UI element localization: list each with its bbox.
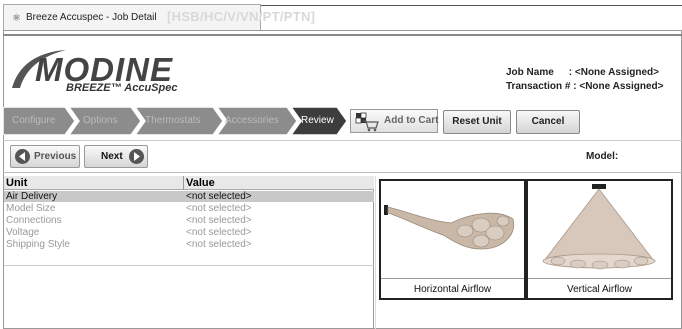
previous-button[interactable]: Previous (10, 145, 80, 168)
column-header-unit: Unit (6, 177, 28, 189)
job-name-row: Job Name : <None Assigned> (506, 66, 663, 80)
job-name-label: Job Name (506, 67, 554, 78)
table-row[interactable]: Shipping Style <not selected> (4, 239, 374, 250)
table-header: Unit Value (4, 176, 374, 190)
add-to-cart-label: Add to Cart (384, 115, 439, 126)
option-caption: Horizontal Airflow (413, 284, 492, 295)
overlay-code: [HSB/HC/V/VN/PT/PTN] (167, 9, 316, 24)
model-label: Model: (586, 151, 619, 162)
titlebar-divider (261, 5, 682, 6)
job-info: Job Name : <None Assigned> Transaction #… (506, 66, 663, 94)
reset-unit-button[interactable]: Reset Unit (443, 110, 511, 134)
nav-divider (3, 172, 682, 173)
add-to-cart-button[interactable]: Add to Cart (350, 109, 438, 133)
table-row[interactable]: Model Size <not selected> (4, 203, 374, 214)
logo-subtitle: BREEZE™ AccuSpec (66, 82, 178, 94)
chevron-right-icon (129, 149, 144, 164)
table-row[interactable]: Air Delivery <not selected> (4, 191, 374, 202)
unit-table: Unit Value Air Delivery <not selected> M… (4, 176, 374, 328)
caption-divider (381, 278, 524, 279)
wizard-step-review[interactable]: Review (291, 107, 347, 135)
option-horizontal-airflow[interactable]: Horizontal Airflow (379, 179, 526, 300)
wizard-step-configure[interactable]: Configure (3, 107, 75, 135)
header-divider (3, 34, 682, 36)
modine-logo: MODINE BREEZE™ AccuSpec (8, 48, 178, 98)
transaction-value: <None Assigned> (579, 81, 664, 92)
previous-label: Previous (34, 151, 77, 162)
table-row[interactable]: Connections <not selected> (4, 215, 374, 226)
next-button[interactable]: Next (84, 145, 148, 168)
horizontal-airflow-image (384, 205, 515, 250)
table-row[interactable]: Voltage <not selected> (4, 227, 374, 238)
table-divider (4, 265, 374, 266)
next-label: Next (101, 151, 123, 162)
column-header-value: Value (186, 177, 215, 189)
option-vertical-airflow[interactable]: Vertical Airflow (526, 179, 673, 300)
transaction-label: Transaction # : (506, 81, 577, 92)
transaction-row: Transaction # : <None Assigned> (506, 80, 663, 94)
toolbar-divider (3, 140, 682, 141)
wizard-step-accessories[interactable]: Accessories (217, 107, 297, 135)
caption-divider (528, 278, 671, 279)
tab-title: Breeze Accuspec - Job Detail (26, 12, 157, 23)
job-name-value: : <None Assigned> (568, 67, 659, 78)
wizard-step-options[interactable]: Options (69, 107, 141, 135)
wizard-step-thermostats[interactable]: Thermostats (135, 107, 223, 135)
option-caption: Vertical Airflow (566, 284, 633, 295)
cart-icon (355, 112, 379, 132)
breeze-app-icon: ⚛ (12, 13, 21, 24)
vertical-airflow-image (542, 184, 656, 270)
window-titlebar: ⚛ Breeze Accuspec - Job Detail [HSB/HC/V… (0, 0, 682, 30)
cancel-button[interactable]: Cancel (516, 110, 580, 134)
column-divider (183, 176, 184, 190)
option-pane: Horizontal Airflow Vertical Airflow (375, 176, 682, 329)
browser-tab[interactable]: ⚛ Breeze Accuspec - Job Detail [HSB/HC/V… (3, 4, 315, 30)
chevron-left-icon (15, 149, 30, 164)
